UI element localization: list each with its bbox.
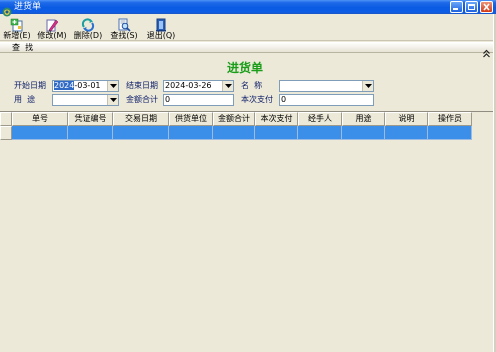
exit-label: 退出(Q) [146,31,176,40]
table-cell[interactable] [113,126,169,140]
search-panel-header[interactable]: 查 找 [0,42,493,58]
column-header-remark[interactable]: 说明 [385,112,428,126]
close-button[interactable] [480,1,493,13]
app-icon [2,2,12,17]
delete-label: 删除(D) [73,31,103,40]
table-cell[interactable] [169,126,213,140]
total-amount-field[interactable]: 0 [163,94,234,106]
delete-button[interactable]: 删除(D) [71,17,105,40]
payment-label: 本次支付 [241,95,273,104]
delete-icon [81,17,95,32]
name-label: 名 称 [241,81,263,90]
start-date-value[interactable]: 2024-03-01 [54,81,101,91]
new-label: 新增(E) [3,31,31,40]
name-dropdown-button[interactable] [362,81,373,91]
purpose-label: 用 途 [14,95,36,104]
purpose-dropdown-button[interactable] [107,95,118,105]
edit-label: 修改(M) [37,31,67,40]
edit-icon [45,17,59,32]
search-label: 查找(S) [110,31,138,40]
table-cell[interactable] [255,126,298,140]
purchase-order-window: 进货单 新增(E) 修改(M) 删除(D) 查找(S) 退出(Q) 查 找 进货… [0,0,496,352]
start-date-label: 开始日期 [14,81,46,90]
table-cell[interactable] [213,126,255,140]
end-date-value[interactable]: 2024-03-26 [165,81,212,91]
collapse-chevron-icon[interactable] [482,43,491,58]
start-date-dropdown-button[interactable] [107,81,118,91]
column-header-purpose[interactable]: 用途 [342,112,385,126]
purpose-combobox[interactable] [52,94,119,106]
search-panel-label: 查 找 [12,43,34,52]
search-icon [117,17,131,32]
table-cell[interactable] [428,126,472,140]
column-header-payment[interactable]: 本次支付 [255,112,298,126]
name-combobox[interactable] [279,80,374,92]
total-amount-label: 金额合计 [126,95,158,104]
window-title: 进货单 [14,2,42,12]
exit-button[interactable]: 退出(Q) [144,17,178,40]
column-header-operator[interactable]: 操作员 [428,112,472,126]
table-cell[interactable] [12,126,68,140]
payment-value[interactable]: 0 [281,95,286,105]
end-date-picker[interactable]: 2024-03-26 [163,80,234,92]
column-header-trade-date[interactable]: 交易日期 [113,112,169,126]
grid-corner-cell[interactable] [0,112,12,126]
new-button[interactable]: 新增(E) [0,17,34,40]
table-cell[interactable] [298,126,342,140]
search-button[interactable]: 查找(S) [107,17,141,40]
title-bar[interactable]: 进货单 [0,0,496,17]
search-form: 进货单 开始日期 2024-03-01 结束日期 2024-03-26 名 称 … [0,53,493,111]
form-title: 进货单 [226,61,263,75]
total-amount-value[interactable]: 0 [165,95,170,105]
minimize-button[interactable] [450,1,463,13]
toolbar: 新增(E) 修改(M) 删除(D) 查找(S) 退出(Q) [0,14,493,41]
edit-button[interactable]: 修改(M) [35,17,69,40]
payment-field[interactable]: 0 [279,94,374,106]
start-date-picker[interactable]: 2024-03-01 [52,80,119,92]
column-header-supplier[interactable]: 供货单位 [169,112,213,126]
table-cell[interactable] [68,126,113,140]
exit-icon [154,17,168,32]
row-indicator[interactable] [0,126,12,140]
maximize-button[interactable] [465,1,478,13]
end-date-dropdown-button[interactable] [222,81,233,91]
end-date-label: 结束日期 [126,81,158,90]
table-cell[interactable] [342,126,385,140]
column-header-handler[interactable]: 经手人 [298,112,342,126]
table-cell[interactable] [385,126,428,140]
column-header-voucher-no[interactable]: 凭证编号 [68,112,113,126]
column-header-order-no[interactable]: 单号 [12,112,68,126]
new-icon [10,17,24,32]
column-header-total-amount[interactable]: 金额合计 [213,112,255,126]
start-date-selected-text: 2024 [54,81,75,90]
